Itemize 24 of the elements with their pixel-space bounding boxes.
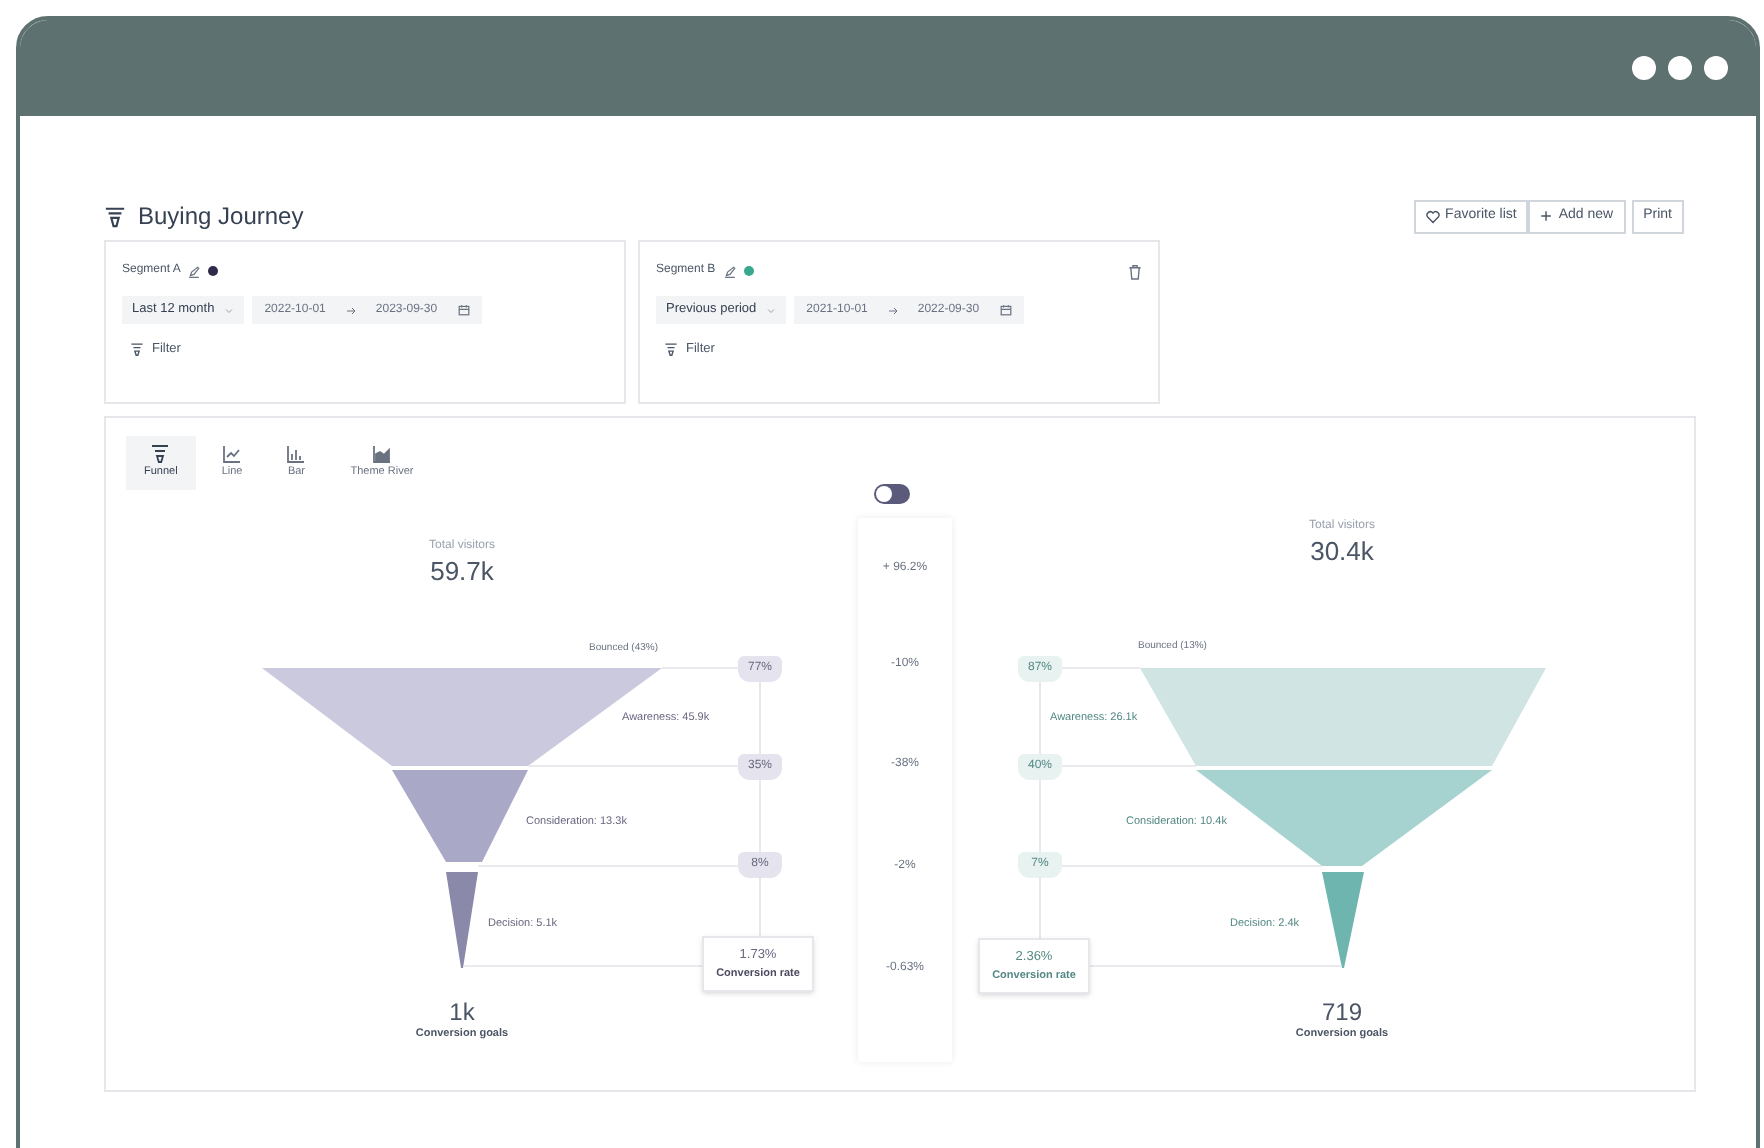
- area-chart-icon: [371, 444, 392, 465]
- calendar-icon: [457, 304, 470, 316]
- total-value: 59.7k: [430, 556, 494, 588]
- line-chart-icon: [222, 444, 243, 465]
- goals-value: 719: [1321, 998, 1363, 1026]
- chevron-down-icon: [224, 305, 235, 315]
- pencil-icon[interactable]: [188, 265, 201, 277]
- goals-value: 1k: [449, 998, 475, 1026]
- bar-chart-icon: [286, 444, 307, 465]
- plus-icon: [1540, 210, 1553, 222]
- page-title: Buying Journey: [138, 200, 304, 234]
- total-value: 30.4k: [1310, 536, 1374, 568]
- compare-toggle[interactable]: [874, 484, 910, 504]
- funnel-icon: [104, 205, 126, 227]
- funnel-icon: [664, 342, 678, 357]
- calendar-icon: [999, 304, 1012, 316]
- pencil-icon[interactable]: [723, 265, 736, 277]
- funnel-icon: [150, 444, 171, 465]
- arrow-right-icon: [345, 305, 356, 315]
- funnel-icon: [130, 342, 144, 357]
- arrow-right-icon: [887, 305, 898, 315]
- trash-icon[interactable]: [1128, 263, 1142, 279]
- chevron-down-icon: [766, 305, 777, 315]
- heart-icon: [1425, 209, 1440, 223]
